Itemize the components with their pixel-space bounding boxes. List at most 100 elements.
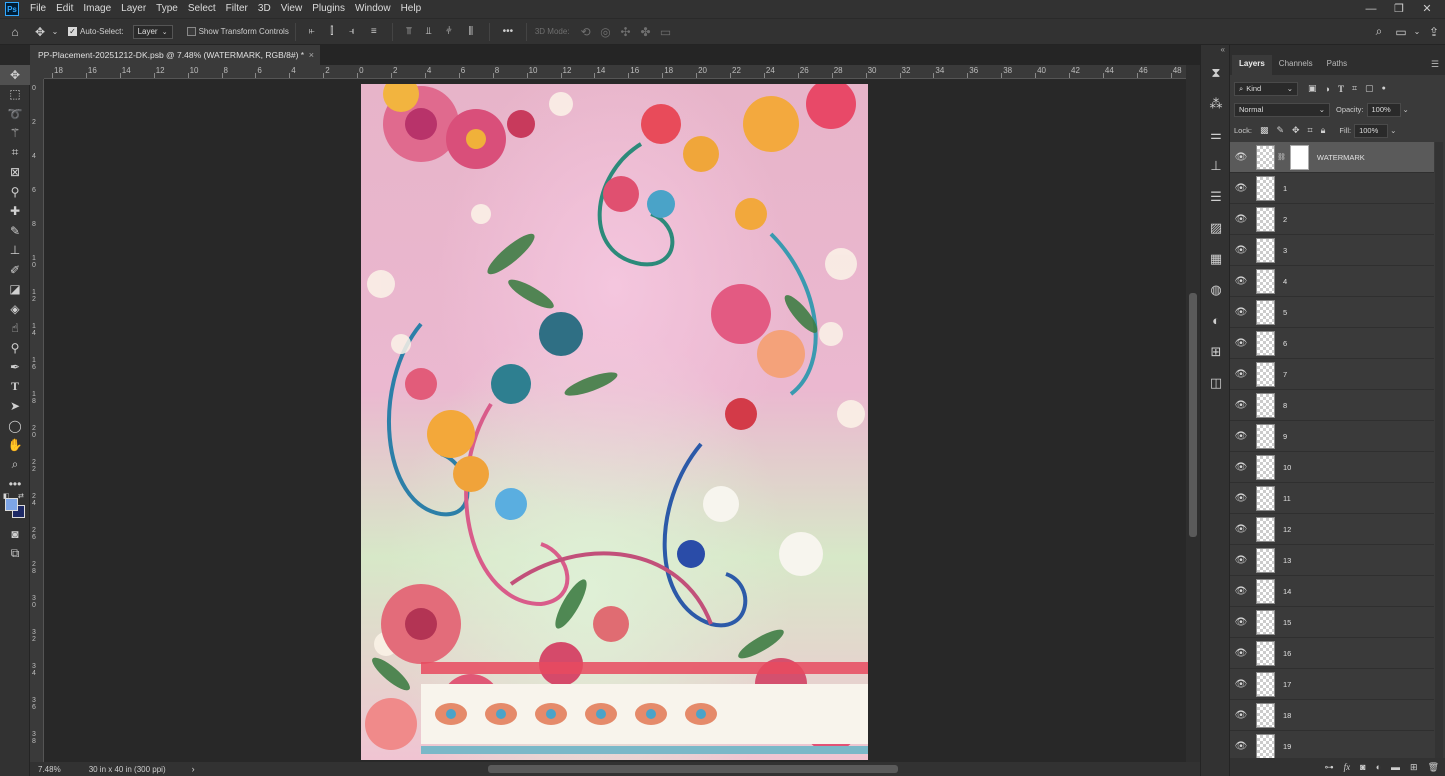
adjustments-icon[interactable]: ◐ bbox=[1201, 305, 1231, 336]
layer-thumbnail[interactable] bbox=[1256, 485, 1275, 511]
layer-row[interactable]: 👁︎ 16 bbox=[1230, 638, 1434, 669]
visibility-eye-icon[interactable]: 👁︎ bbox=[1230, 710, 1252, 721]
layer-row[interactable]: 👁︎ 4 bbox=[1230, 266, 1434, 297]
visibility-eye-icon[interactable]: 👁︎ bbox=[1230, 462, 1252, 473]
tab-layers[interactable]: Layers bbox=[1232, 55, 1272, 75]
crop-tool[interactable]: ⌗ bbox=[0, 143, 30, 163]
blend-mode-dropdown[interactable]: Normal ⌄ bbox=[1234, 102, 1330, 117]
search-icon[interactable]: ⌕ bbox=[1367, 24, 1391, 39]
more-options-icon[interactable]: ••• bbox=[496, 26, 520, 37]
layer-thumbnail[interactable] bbox=[1256, 423, 1275, 449]
filter-type-icon[interactable]: T bbox=[1338, 84, 1344, 94]
layer-thumbnail[interactable] bbox=[1256, 547, 1275, 573]
filter-kind-dropdown[interactable]: ⌕ Kind ⌄ bbox=[1234, 81, 1298, 96]
eyedropper-tool[interactable]: ⚲ bbox=[0, 182, 30, 202]
layer-thumbnail[interactable] bbox=[1256, 330, 1275, 356]
vertical-scrollbar[interactable] bbox=[1186, 65, 1200, 762]
visibility-eye-icon[interactable]: 👁︎ bbox=[1230, 245, 1252, 256]
visibility-eye-icon[interactable]: 👁︎ bbox=[1230, 431, 1252, 442]
path-selection-tool[interactable]: ➤ bbox=[0, 397, 30, 417]
collapse-icon[interactable]: « bbox=[1201, 45, 1229, 57]
document-tab[interactable]: PP-Placement-20251212-DK.psb @ 7.48% (WA… bbox=[30, 45, 320, 65]
layer-row[interactable]: 👁︎ 10 bbox=[1230, 452, 1434, 483]
layer-row[interactable]: 👁︎ 5 bbox=[1230, 297, 1434, 328]
layer-thumbnail[interactable] bbox=[1256, 268, 1275, 294]
move-tool[interactable]: ✥ bbox=[0, 65, 30, 85]
auto-select-option[interactable]: ✓ Auto-Select: bbox=[68, 27, 124, 36]
layer-mask-thumbnail[interactable] bbox=[1289, 144, 1309, 170]
adjustment-sliders-icon[interactable]: ⚌ bbox=[1201, 119, 1231, 150]
smudge-tool[interactable]: ☝ bbox=[0, 319, 30, 339]
lock-position-icon[interactable]: ✥ bbox=[1292, 125, 1300, 136]
foreground-color-swatch[interactable] bbox=[5, 498, 18, 511]
visibility-eye-icon[interactable]: 👁︎ bbox=[1230, 152, 1252, 163]
visibility-eye-icon[interactable]: 👁︎ bbox=[1230, 369, 1252, 380]
gradients-icon[interactable]: ▨ bbox=[1201, 212, 1231, 243]
tab-channels[interactable]: Channels bbox=[1272, 55, 1320, 75]
menu-select[interactable]: Select bbox=[183, 0, 221, 18]
layer-row[interactable]: 👁︎ 14 bbox=[1230, 576, 1434, 607]
menu-image[interactable]: Image bbox=[78, 0, 116, 18]
visibility-eye-icon[interactable]: 👁︎ bbox=[1230, 276, 1252, 287]
color-panel-icon[interactable]: ◍ bbox=[1201, 274, 1231, 305]
chevron-down-icon[interactable]: ⌄ bbox=[1390, 126, 1396, 135]
move-tool-icon[interactable]: ✥ bbox=[30, 25, 50, 39]
filter-adjustment-icon[interactable]: ◑ bbox=[1325, 84, 1330, 94]
layer-thumbnail[interactable] bbox=[1256, 299, 1275, 325]
layer-thumbnail[interactable] bbox=[1256, 733, 1275, 758]
horizontal-scrollbar-thumb[interactable] bbox=[488, 765, 898, 773]
zoom-level[interactable]: 7.48% bbox=[38, 765, 61, 774]
canvas-area[interactable] bbox=[44, 79, 1186, 762]
align-left-icon[interactable]: ⫦ bbox=[302, 26, 322, 37]
new-group-icon[interactable]: ▬ bbox=[1391, 762, 1400, 772]
type-tool[interactable]: T bbox=[0, 377, 30, 397]
filter-shape-icon[interactable]: ⌗ bbox=[1352, 83, 1357, 94]
eraser-tool[interactable]: ◪ bbox=[0, 280, 30, 300]
lock-all-icon[interactable]: 🔒︎ bbox=[1321, 125, 1326, 136]
mask-link-icon[interactable]: ⛓ bbox=[1277, 153, 1286, 161]
menu-window[interactable]: Window bbox=[350, 0, 396, 18]
layer-row[interactable]: 👁︎ 7 bbox=[1230, 359, 1434, 390]
layer-thumbnail[interactable] bbox=[1256, 144, 1275, 170]
layer-thumbnail[interactable] bbox=[1256, 206, 1275, 232]
transform-controls-option[interactable]: Show Transform Controls bbox=[186, 27, 289, 36]
fill-input[interactable]: 100% bbox=[1354, 123, 1389, 138]
layer-thumbnail[interactable] bbox=[1256, 702, 1275, 728]
restore-button[interactable]: ❐ bbox=[1385, 0, 1413, 18]
layer-row[interactable]: 👁︎ 13 bbox=[1230, 545, 1434, 576]
vertical-scrollbar-thumb[interactable] bbox=[1189, 293, 1197, 537]
ellipse-tool[interactable]: ◯ bbox=[0, 416, 30, 436]
menu-layer[interactable]: Layer bbox=[116, 0, 151, 18]
visibility-eye-icon[interactable]: 👁︎ bbox=[1230, 648, 1252, 659]
visibility-eye-icon[interactable]: 👁︎ bbox=[1230, 679, 1252, 690]
close-tab-icon[interactable]: × bbox=[309, 45, 314, 65]
layer-row[interactable]: 👁︎ 3 bbox=[1230, 235, 1434, 266]
transform-controls-checkbox[interactable] bbox=[186, 27, 196, 36]
align-right-icon[interactable]: ⫣ bbox=[342, 26, 362, 37]
dodge-tool[interactable]: ⚲ bbox=[0, 338, 30, 358]
adjustment-layer-icon[interactable]: ◐ bbox=[1376, 762, 1381, 772]
align-bottom-icon[interactable]: ⫩ bbox=[439, 26, 459, 37]
panel-menu-icon[interactable]: ☰ bbox=[1431, 59, 1439, 70]
visibility-eye-icon[interactable]: 👁︎ bbox=[1230, 338, 1252, 349]
layer-thumbnail[interactable] bbox=[1256, 237, 1275, 263]
brush-settings-icon[interactable]: ⁂ bbox=[1201, 88, 1231, 119]
visibility-eye-icon[interactable]: 👁︎ bbox=[1230, 400, 1252, 411]
zoom-tool[interactable]: ⌕ bbox=[0, 455, 30, 475]
auto-select-checkbox[interactable]: ✓ bbox=[68, 27, 77, 36]
history-panel-icon[interactable]: ⧗ bbox=[1201, 57, 1231, 88]
layer-thumbnail[interactable] bbox=[1256, 454, 1275, 480]
lock-pixels-icon[interactable]: ✎ bbox=[1276, 125, 1284, 136]
visibility-eye-icon[interactable]: 👁︎ bbox=[1230, 183, 1252, 194]
layer-row[interactable]: 👁︎ 19 bbox=[1230, 731, 1434, 758]
layer-row[interactable]: 👁︎ 15 bbox=[1230, 607, 1434, 638]
marquee-tool[interactable]: ⬚ bbox=[0, 85, 30, 105]
clone-source-icon[interactable]: ⊥ bbox=[1201, 150, 1231, 181]
quick-select-tool[interactable]: ⚚ bbox=[0, 124, 30, 144]
clone-stamp-tool[interactable]: ⊥ bbox=[0, 241, 30, 261]
horizontal-ruler[interactable]: 18 16 14 12 10 8 6 4 2 0 2 4 6 8 10 12 14 16 18 20 22 24 26 28 3… bbox=[44, 65, 1186, 79]
workspace-icon[interactable]: ▭ bbox=[1391, 25, 1411, 39]
layer-thumbnail[interactable] bbox=[1256, 361, 1275, 387]
layer-row[interactable]: 👁︎ 9 bbox=[1230, 421, 1434, 452]
align-top-icon[interactable]: ⫪ bbox=[399, 26, 419, 37]
